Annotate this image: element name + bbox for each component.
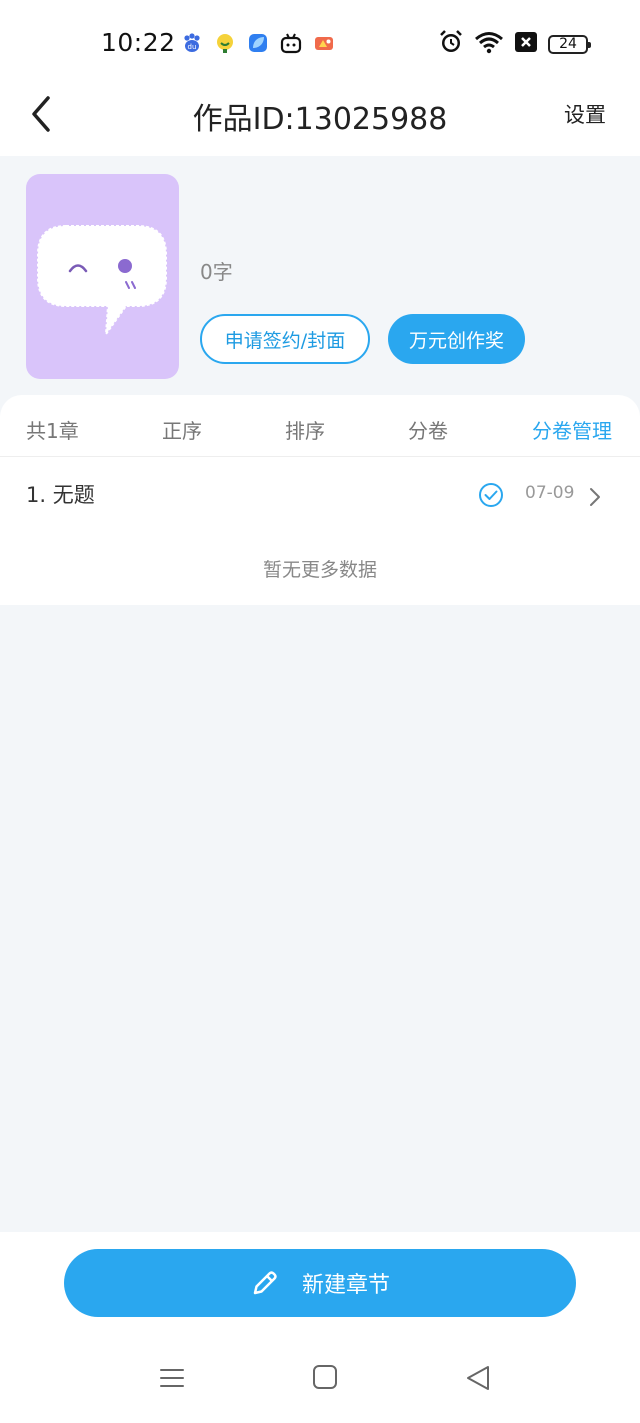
- apply-contract-button[interactable]: 申请签约/封面: [200, 314, 370, 364]
- alarm-icon: [438, 29, 464, 59]
- svg-text:du: du: [188, 43, 197, 51]
- check-circle-icon: [479, 483, 503, 507]
- header: 作品ID:13025988 设置: [0, 88, 640, 156]
- chat-bubble-icon: [37, 225, 167, 338]
- home-square-icon[interactable]: [312, 1364, 338, 1390]
- chapter-toolbar: 共1章 正序 排序 分卷 分卷管理: [0, 395, 640, 457]
- chevron-right-icon: [590, 488, 600, 506]
- new-chapter-button[interactable]: 新建章节: [64, 1249, 576, 1317]
- creation-award-button[interactable]: 万元创作奖: [388, 314, 525, 364]
- book-cover[interactable]: [26, 174, 179, 379]
- new-chapter-label: 新建章节: [301, 1273, 390, 1298]
- sim-blocked-icon: [514, 31, 538, 57]
- pencil-icon: [253, 1271, 277, 1295]
- word-count: 0字: [200, 260, 233, 284]
- status-time: 10:22: [101, 28, 176, 57]
- volume-manage-button[interactable]: 分卷管理: [532, 415, 612, 444]
- status-system-icons: 24: [438, 29, 591, 59]
- chapter-count: 共1章: [26, 419, 79, 443]
- sort-button[interactable]: 排序: [285, 415, 325, 444]
- wifi-icon: [474, 30, 504, 58]
- back-triangle-icon[interactable]: [464, 1364, 492, 1392]
- settings-button[interactable]: 设置: [564, 99, 606, 129]
- status-bar: 10:22 du 24: [0, 0, 640, 88]
- chapter-row[interactable]: 1. 无题 07-09: [0, 457, 640, 523]
- asc-order-button[interactable]: 正序: [162, 415, 202, 444]
- game-app-icon: [312, 31, 336, 55]
- menu-icon[interactable]: [158, 1364, 186, 1392]
- page-title: 作品ID:13025988: [192, 102, 448, 137]
- status-app-icons: du: [180, 31, 336, 55]
- volume-split-button[interactable]: 分卷: [408, 415, 448, 444]
- baidu-icon: du: [180, 31, 204, 55]
- book-info-card: 0字 申请签约/封面 万元创作奖: [0, 156, 640, 396]
- bottom-bar: 新建章节: [0, 1232, 640, 1423]
- list-end-text: 暂无更多数据: [262, 559, 377, 581]
- bilibili-icon: [279, 31, 303, 55]
- smile-app-icon: [213, 31, 237, 55]
- battery-icon: 24: [548, 34, 591, 54]
- chapter-date: 07-09: [525, 483, 575, 503]
- leaf-app-icon: [246, 31, 270, 55]
- chapter-title: 1. 无题: [26, 483, 95, 507]
- chapter-panel: 共1章 正序 排序 分卷 分卷管理 1. 无题 07-09 暂无更多数据: [0, 395, 640, 605]
